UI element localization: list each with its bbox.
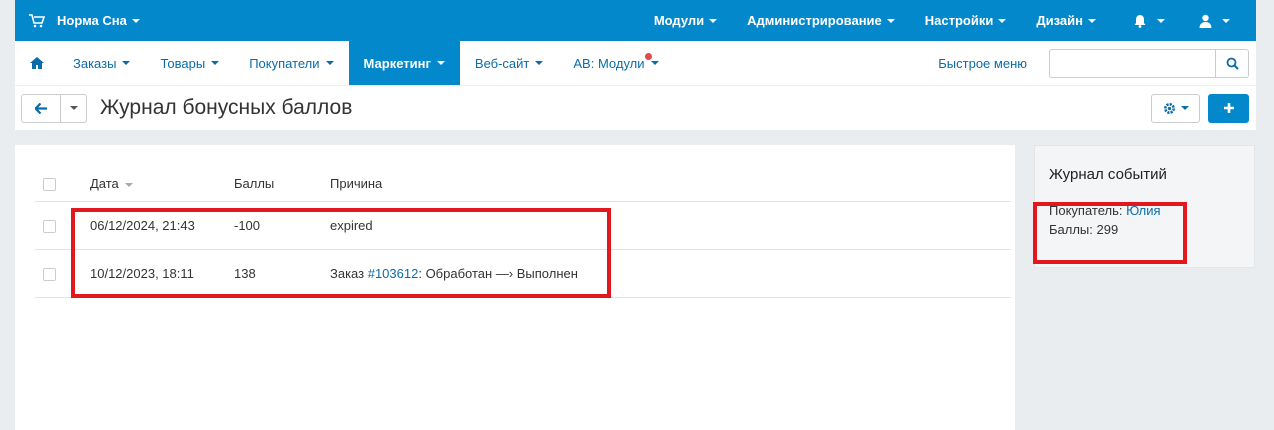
chevron-down-icon <box>650 61 659 65</box>
chevron-down-icon <box>69 106 78 110</box>
quick-menu-link[interactable]: Быстрое меню <box>938 41 1049 85</box>
search-button[interactable] <box>1215 48 1249 78</box>
menu-settings[interactable]: Настройки <box>910 0 1022 41</box>
home-icon <box>29 57 44 69</box>
column-points: Баллы <box>234 167 330 202</box>
page-title: Журнал бонусных баллов <box>100 96 353 119</box>
column-date[interactable]: Дата <box>90 167 234 202</box>
store-name: Норма Сна <box>57 13 127 28</box>
row-points: 138 <box>234 249 330 298</box>
gear-icon <box>1163 102 1175 114</box>
sort-desc-icon <box>124 182 133 187</box>
points-balance: Баллы: 299 <box>1049 222 1119 237</box>
menu-modules[interactable]: Модули <box>639 0 732 41</box>
order-link[interactable]: #103612 <box>368 266 419 281</box>
main-nav: Заказы Товары Покупатели Маркетинг Веб-с… <box>15 41 1256 85</box>
plus-icon <box>1223 103 1234 113</box>
chevron-down-icon <box>1088 18 1096 23</box>
add-button[interactable] <box>1208 93 1249 123</box>
nav-website[interactable]: Веб-сайт <box>460 41 558 85</box>
chevron-down-icon <box>535 61 544 65</box>
nav-orders[interactable]: Заказы <box>58 41 145 85</box>
sidebar-title: Журнал событий <box>1049 166 1167 183</box>
column-reason: Причина <box>330 167 1011 202</box>
chevron-down-icon <box>1180 106 1189 110</box>
store-selector[interactable]: Норма Сна <box>29 13 140 28</box>
main-panel: Дата Баллы Причина 06/12/2024, 21:43 -10… <box>15 145 1015 430</box>
table-row: 06/12/2024, 21:43 -100 expired <box>35 201 1011 250</box>
back-button-group <box>21 93 87 123</box>
customer-link[interactable]: Юлия <box>1126 203 1160 218</box>
user-menu[interactable] <box>1185 0 1256 41</box>
menu-administration[interactable]: Администрирование <box>732 0 910 41</box>
row-date: 10/12/2023, 18:11 <box>90 249 234 298</box>
nav-ab-modules[interactable]: АВ: Модули <box>558 41 673 85</box>
cart-icon <box>29 13 45 27</box>
back-button[interactable] <box>21 93 61 123</box>
chevron-down-icon <box>886 18 895 23</box>
chevron-down-icon <box>1157 18 1165 23</box>
chevron-down-icon <box>998 18 1007 23</box>
search-box <box>1049 41 1249 85</box>
search-icon <box>1226 57 1239 70</box>
row-reason: expired <box>330 201 1011 250</box>
chevron-down-icon <box>131 18 140 23</box>
history-dropdown-button[interactable] <box>61 93 87 123</box>
events-sidebar: Журнал событий Покупатель: Юлия Баллы: 2… <box>1034 145 1255 268</box>
table-header-row: Дата Баллы Причина <box>35 167 1011 202</box>
chevron-down-icon <box>1222 18 1230 23</box>
row-date: 06/12/2024, 21:43 <box>90 201 234 250</box>
arrow-left-icon <box>35 102 47 114</box>
row-checkbox[interactable] <box>43 267 56 281</box>
notifications-menu[interactable] <box>1111 0 1185 41</box>
row-points: -100 <box>234 201 330 250</box>
search-input[interactable] <box>1049 48 1215 78</box>
settings-dropdown-button[interactable] <box>1151 93 1200 123</box>
row-reason: Заказ #103612: Обработан —› Выполнен <box>330 249 1011 298</box>
user-icon <box>1199 14 1212 28</box>
bell-icon <box>1134 14 1146 28</box>
chevron-down-icon <box>325 61 334 65</box>
row-checkbox[interactable] <box>43 219 56 233</box>
nav-marketing[interactable]: Маркетинг <box>348 41 460 85</box>
home-link[interactable] <box>15 41 58 85</box>
menu-design[interactable]: Дизайн <box>1021 0 1111 41</box>
top-bar: Норма Сна Модули Администрирование Настр… <box>15 0 1256 41</box>
chevron-down-icon <box>709 18 718 23</box>
chevron-down-icon <box>436 61 445 65</box>
customer-line: Покупатель: Юлия <box>1049 203 1161 218</box>
points-log-table: Дата Баллы Причина 06/12/2024, 21:43 -10… <box>35 167 1011 298</box>
notification-dot <box>644 53 652 60</box>
table-row: 10/12/2023, 18:11 138 Заказ #103612: Обр… <box>35 249 1011 298</box>
select-all-checkbox[interactable] <box>43 178 56 192</box>
nav-customers[interactable]: Покупатели <box>234 41 348 85</box>
nav-products[interactable]: Товары <box>145 41 234 85</box>
chevron-down-icon <box>211 61 220 65</box>
title-bar: Журнал бонусных баллов <box>15 85 1256 130</box>
chevron-down-icon <box>122 61 131 65</box>
